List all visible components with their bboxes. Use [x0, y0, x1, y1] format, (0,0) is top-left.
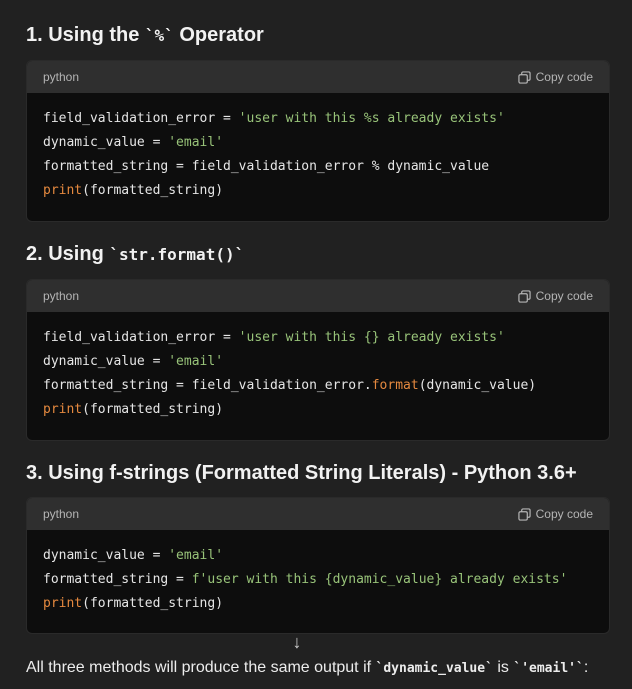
code-block-header: python Copy code — [27, 61, 609, 93]
copy-code-button[interactable]: Copy code — [517, 507, 593, 521]
code-block-2: python Copy code field_validation_error … — [26, 279, 610, 441]
code-block-header: python Copy code — [27, 498, 609, 530]
code-line: formatted_string = field_validation_erro… — [43, 159, 490, 174]
code-line: formatted_string = f'user with this {dyn… — [43, 572, 568, 587]
footer-text: All three methods will produce the same … — [26, 659, 589, 676]
code-line: print(formatted_string) — [43, 183, 224, 198]
code-line: print(formatted_string) — [43, 402, 224, 417]
copy-icon — [517, 507, 531, 521]
code-line: field_validation_error = 'user with this… — [43, 330, 505, 345]
code-block-1: python Copy code field_validation_error … — [26, 60, 610, 222]
code-language-label: python — [43, 507, 80, 521]
copy-code-button[interactable]: Copy code — [517, 289, 593, 303]
code-line: field_validation_error = 'user with this… — [43, 111, 505, 126]
code-content: field_validation_error = 'user with this… — [27, 312, 609, 422]
code-line: dynamic_value = 'email' — [43, 354, 224, 369]
code-line: dynamic_value = 'email' — [43, 135, 224, 150]
code-line: dynamic_value = 'email' — [43, 548, 224, 563]
code-line: formatted_string = field_validation_erro… — [43, 378, 537, 393]
code-line: print(formatted_string) — [43, 596, 224, 611]
copy-code-button[interactable]: Copy code — [517, 70, 593, 84]
code-language-label: python — [43, 289, 80, 303]
copy-icon — [517, 289, 531, 303]
code-language-label: python — [43, 70, 80, 84]
code-block-header: python Copy code — [27, 280, 609, 312]
code-block-3: python Copy code dynamic_value = 'email'… — [26, 497, 610, 634]
code-content: field_validation_error = 'user with this… — [27, 93, 609, 203]
copy-icon — [517, 70, 531, 84]
code-content: dynamic_value = 'email' formatted_string … — [27, 530, 609, 616]
section-3-heading: 3. Using f-strings (Formatted String Lit… — [26, 462, 577, 484]
section-1-heading: 1. Using the `%` Operator — [26, 24, 264, 46]
section-2-heading: 2. Using `str.format()` — [26, 243, 245, 265]
arrow-down-icon[interactable]: ↓ — [286, 631, 308, 653]
